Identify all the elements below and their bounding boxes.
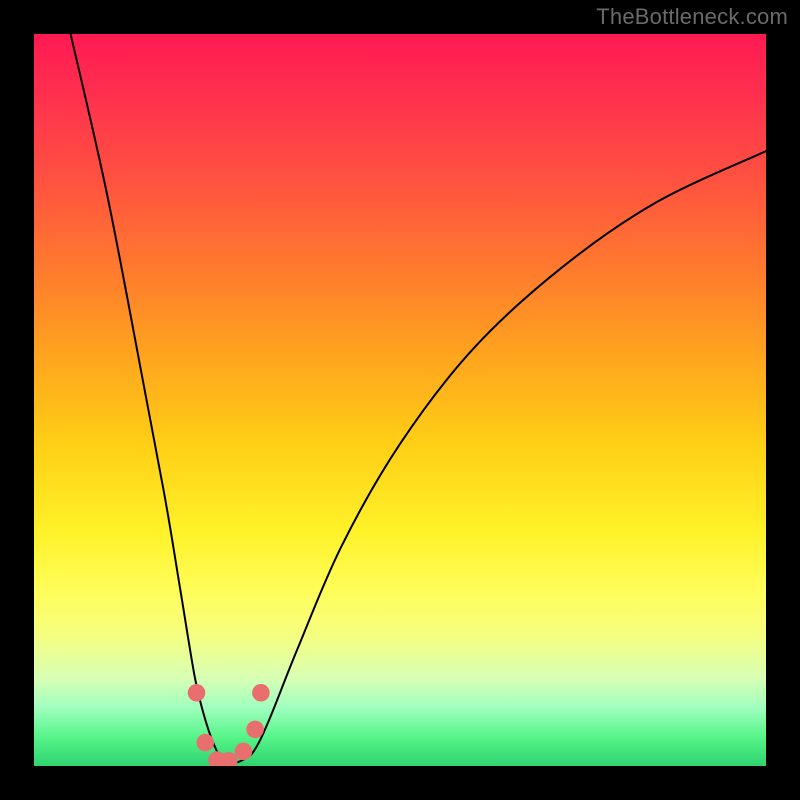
curve-layer: [71, 34, 766, 763]
curve-marker: [252, 684, 270, 702]
curve-marker: [246, 721, 264, 739]
curve-marker: [188, 684, 206, 702]
bottleneck-curve: [71, 34, 766, 763]
curve-marker: [197, 734, 215, 752]
chart-frame: TheBottleneck.com: [0, 0, 800, 800]
plot-area: [34, 34, 766, 766]
chart-svg: [34, 34, 766, 766]
curve-marker: [235, 743, 253, 761]
marker-layer: [188, 684, 270, 766]
watermark-text: TheBottleneck.com: [596, 4, 788, 30]
